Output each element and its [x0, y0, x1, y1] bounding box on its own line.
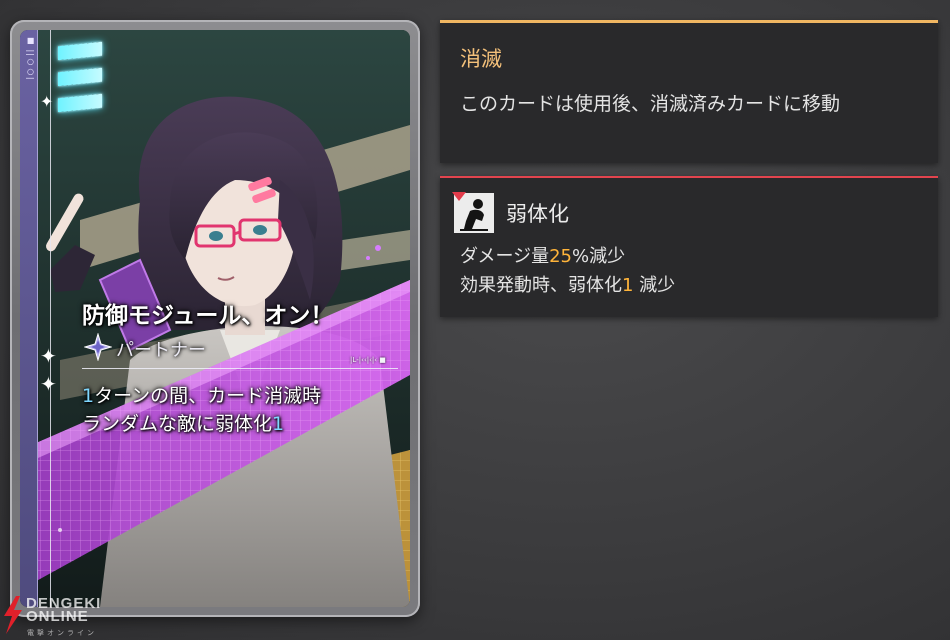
cost-bar	[58, 41, 102, 61]
cost-bar	[58, 93, 102, 113]
card-type: パートナー	[116, 340, 206, 361]
sparkle-icon: ✦	[40, 92, 54, 111]
desc-text: 減少	[633, 275, 676, 296]
card-divider	[82, 368, 398, 369]
desc-text: ターンの間、カード消滅時	[94, 385, 322, 407]
watermark-brand: DENGEKI ONLINE	[26, 596, 101, 624]
desc-text: 効果発動時、弱体化	[460, 275, 622, 296]
desc-number: 1	[82, 385, 95, 407]
sparkle-icon: ✦	[40, 344, 57, 368]
card-name: 防御モジュール、オン！	[82, 303, 334, 329]
exhaust-description: このカードは使用後、消滅済みカードに移動	[460, 93, 841, 115]
card-description: 1ターンの間、カード消滅時 ランダムな敵に弱体化1	[82, 382, 402, 438]
card-border-line	[50, 30, 51, 607]
card[interactable]: ■ ||○○| ✦ ✦ ✦ 防御モジュール、オン！ パートナー |L‑|‹‹|‹…	[10, 20, 420, 617]
exhaust-title: 消滅	[460, 47, 502, 71]
keyword-panel-weak: 弱体化 ダメージ量25%減少 効果発動時、弱体化1 減少	[440, 176, 938, 317]
card-tag: |L‑|‹‹|‹|‹ ■	[350, 356, 386, 364]
card-cost-bars	[58, 41, 102, 122]
desc-text: %減少	[572, 246, 626, 267]
card-side-text: ■ ||○○|	[26, 36, 35, 81]
desc-text: ランダムな敵に弱体化	[82, 413, 273, 435]
weak-desc-line: 効果発動時、弱体化1 減少	[460, 271, 675, 300]
card-desc-line: ランダムな敵に弱体化1	[82, 410, 402, 438]
keyword-panel-exhaust: 消滅 このカードは使用後、消滅済みカードに移動	[440, 20, 938, 163]
weak-title: 弱体化	[506, 202, 569, 226]
desc-number: 1	[272, 413, 285, 435]
card-face: ■ ||○○| ✦ ✦ ✦ 防御モジュール、オン！ パートナー |L‑|‹‹|‹…	[20, 30, 410, 607]
weak-desc-line: ダメージ量25%減少	[460, 242, 675, 271]
star-crest-icon	[84, 333, 112, 361]
card-desc-line: 1ターンの間、カード消滅時	[82, 382, 402, 410]
card-side-strip: ■ ||○○|	[20, 30, 38, 607]
debuff-marker-icon	[452, 192, 466, 201]
desc-text: ダメージ量	[460, 246, 550, 267]
sparkle-icon: ✦	[40, 372, 57, 396]
weak-description: ダメージ量25%減少 効果発動時、弱体化1 減少	[460, 242, 675, 300]
dengeki-logo-icon	[4, 596, 22, 634]
watermark-sub: 電撃オンライン	[27, 629, 97, 637]
desc-number: 1	[622, 275, 634, 296]
cost-bar	[58, 67, 102, 87]
desc-number: 25	[549, 246, 573, 267]
